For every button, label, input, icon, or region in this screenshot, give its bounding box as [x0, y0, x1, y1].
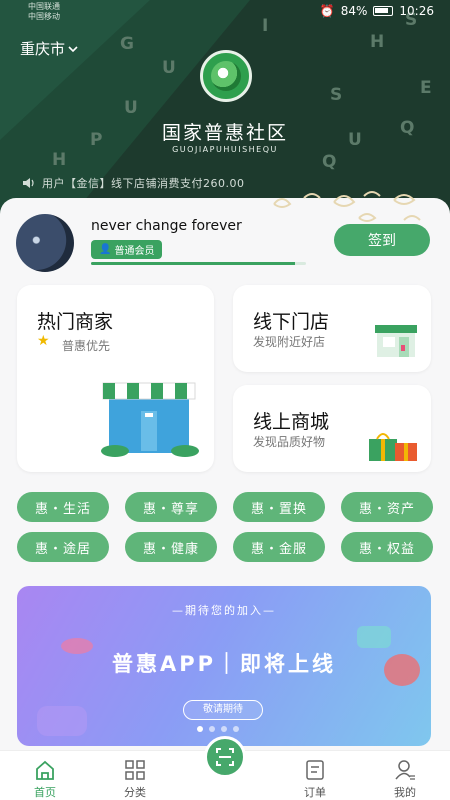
status-right: ⏰ 84% 10:26 [320, 4, 434, 18]
clock: 10:26 [399, 4, 434, 18]
battery-icon [373, 6, 394, 16]
user-panel: never change forever 👤 普通会员 签到 [16, 214, 434, 276]
decor-letter: U [124, 98, 138, 118]
alarm-icon: ⏰ [319, 4, 335, 18]
city-selector[interactable]: 重庆市 [20, 38, 78, 59]
main-content: never change forever 👤 普通会员 签到 热门商家 ★ 普惠… [0, 191, 450, 758]
tab-mine-label: 我的 [394, 786, 416, 799]
banner-top-text: —期待您的加入— [172, 604, 276, 617]
announcement-ticker[interactable]: 用户【金信】线下店铺消费支付260.00 [22, 175, 245, 191]
promo-banner[interactable]: —期待您的加入— 普惠APP｜即将上线 敬请期待 [17, 586, 431, 746]
hot-merchants-title: 热门商家 [37, 311, 114, 333]
ticker-text: 用户【金信】线下店铺消费支付260.00 [42, 177, 245, 190]
tab-category[interactable]: 分类 [105, 751, 165, 800]
online-mall-subtitle: 发现品质好物 [253, 435, 326, 449]
decor-letter: Q [322, 152, 337, 172]
tag-exchange[interactable]: 惠・置换 [233, 492, 325, 522]
offline-stores-card[interactable]: 线下门店 发现附近好店 [233, 285, 431, 372]
decor-letter: E [420, 78, 432, 98]
storefront-icon [101, 382, 199, 457]
profile-icon [395, 760, 415, 780]
star-icon: ★ [37, 333, 50, 349]
carrier-info: 中国联通 中国移动 [28, 2, 60, 22]
decor-letter: S [330, 85, 343, 105]
carrier-2: 中国移动 [28, 12, 60, 21]
hot-merchants-card[interactable]: 热门商家 ★ 普惠优先 [17, 285, 214, 472]
chevron-down-icon [68, 45, 78, 52]
level-progress [91, 262, 306, 265]
speaker-icon [23, 178, 34, 188]
scan-icon [216, 748, 234, 766]
order-list-icon [306, 760, 324, 780]
carrier-1: 中国联通 [28, 2, 60, 11]
scan-button[interactable] [204, 736, 246, 778]
hot-merchants-subtitle: 普惠优先 [62, 339, 111, 353]
carousel-dot[interactable] [221, 726, 227, 732]
decor-letter: U [162, 58, 176, 78]
battery-percent: 84% [340, 4, 368, 18]
banner-button[interactable]: 敬请期待 [183, 700, 263, 720]
offline-stores-title: 线下门店 [253, 311, 330, 333]
home-icon [36, 760, 54, 780]
decor-letter: H [370, 32, 385, 52]
brand-subtitle: GUOJIAPUHUISHEQU [172, 145, 278, 154]
checkin-button[interactable]: 签到 [334, 224, 430, 256]
avatar[interactable] [16, 214, 74, 272]
user-name: never change forever [91, 218, 242, 234]
offline-stores-subtitle: 发现附近好店 [253, 335, 326, 349]
tag-travel[interactable]: 惠・途居 [17, 532, 109, 562]
tab-orders[interactable]: 订单 [285, 751, 345, 800]
brand-logo [200, 50, 252, 102]
carousel-dot[interactable] [209, 726, 215, 732]
tag-vip[interactable]: 惠・尊享 [125, 492, 217, 522]
carousel-dot[interactable] [233, 726, 239, 732]
banner-main-text: 普惠APP｜即将上线 [111, 652, 337, 676]
online-mall-card[interactable]: 线上商城 发现品质好物 [233, 385, 431, 472]
tag-benefits[interactable]: 惠・权益 [341, 532, 433, 562]
member-badge: 👤 普通会员 [91, 240, 163, 259]
user-icon: 👤 [99, 244, 112, 255]
carousel-dots [197, 726, 239, 732]
carousel-dot[interactable] [197, 726, 203, 732]
tag-assets[interactable]: 惠・资产 [341, 492, 433, 522]
city-label: 重庆市 [20, 40, 66, 58]
tab-orders-label: 订单 [304, 786, 326, 799]
tab-home[interactable]: 首页 [15, 751, 75, 800]
online-mall-title: 线上商城 [253, 411, 330, 433]
tab-home-label: 首页 [34, 786, 56, 799]
tab-mine[interactable]: 我的 [375, 751, 435, 800]
tab-category-label: 分类 [124, 786, 146, 799]
grid-icon [125, 760, 145, 780]
brand-title: 国家普惠社区 [161, 122, 288, 144]
decor-letter: G [120, 34, 134, 54]
gift-box-icon [369, 433, 417, 461]
tag-health[interactable]: 惠・健康 [125, 532, 217, 562]
tag-life[interactable]: 惠・生活 [17, 492, 109, 522]
member-level: 普通会员 [114, 246, 155, 257]
status-bar: 中国联通 中国移动 ⏰ 84% 10:26 [0, 0, 450, 26]
globe-icon [211, 61, 241, 91]
level-progress-fill [91, 262, 296, 265]
tag-finance[interactable]: 惠・金服 [233, 532, 325, 562]
shop-icon [375, 325, 417, 357]
